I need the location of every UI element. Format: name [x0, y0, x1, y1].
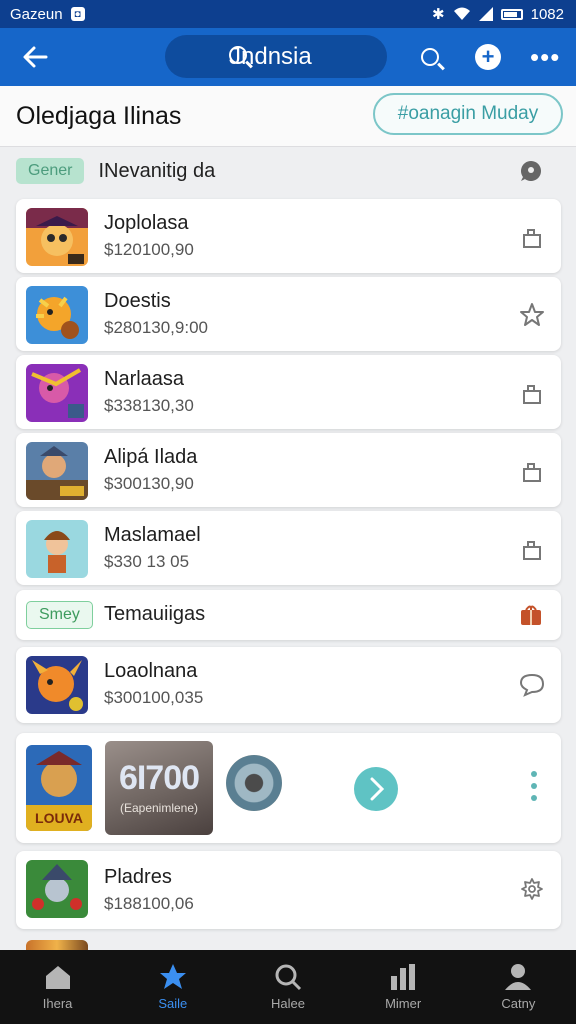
coin-badge-icon	[226, 755, 282, 811]
wifi-icon	[453, 7, 470, 20]
share-icon[interactable]	[519, 536, 545, 562]
nav-label: Ihera	[42, 996, 73, 1011]
nav-item-favorites[interactable]: Saile	[123, 950, 223, 1024]
bluetooth-icon: ✱	[432, 6, 445, 23]
item-price: $120100,90	[104, 240, 194, 259]
chart-icon	[391, 964, 416, 990]
nav-item-home[interactable]: Ihera	[8, 950, 108, 1024]
list-item[interactable]: Narlaasa $338130,30	[16, 355, 561, 429]
signal-icon	[478, 7, 493, 21]
chat-bubble-icon[interactable]	[519, 159, 543, 183]
next-item-peek	[26, 940, 88, 950]
add-icon[interactable]: +	[473, 42, 503, 72]
game-thumbnail	[26, 364, 88, 422]
profile-icon	[505, 964, 532, 990]
app-bar: Jndnsia + •••	[0, 28, 576, 86]
item-price: $188100,06	[104, 894, 194, 913]
search-icon	[275, 964, 302, 991]
nav-item-stats[interactable]: Mimer	[353, 950, 453, 1024]
list-item[interactable]: Maslamael $330 13 05	[16, 511, 561, 585]
bottom-nav: Ihera Saile Halee Mimer Catny	[0, 950, 576, 1024]
search-icon	[229, 46, 247, 64]
list-item[interactable]: Pladres $188100,06	[16, 851, 561, 929]
star-icon	[159, 964, 186, 989]
item-price: $330 13 05	[104, 552, 190, 571]
nav-item-search[interactable]: Halee	[238, 950, 338, 1024]
share-icon[interactable]	[519, 224, 545, 250]
featured-amount: 6I700	[118, 759, 200, 797]
chat-icon[interactable]	[519, 672, 545, 698]
home-icon	[45, 966, 70, 989]
status-time: 1082	[530, 5, 564, 23]
list-item[interactable]: Loaolnana $300100,035	[16, 647, 561, 723]
list-item[interactable]: Joplolasa $120100,90	[16, 199, 561, 273]
featured-promo-tile[interactable]: 6I700 (Eapenimlene)	[105, 741, 213, 835]
item-name: Joplolasa	[104, 212, 189, 234]
battery-icon	[500, 8, 523, 20]
game-thumbnail	[26, 860, 88, 918]
gear-icon[interactable]	[519, 876, 545, 902]
item-price: $338130,30	[104, 396, 194, 415]
nav-label: Catny	[501, 996, 536, 1011]
notification-icon: ◘	[70, 7, 85, 21]
next-arrow-button[interactable]	[354, 767, 398, 811]
share-icon[interactable]	[519, 380, 545, 406]
item-price: $280130,9:00	[104, 318, 208, 337]
more-icon[interactable]: •••	[530, 42, 560, 72]
section-tag: Smey	[26, 601, 93, 629]
filter-pill-button[interactable]: #oanagin Muday	[373, 93, 563, 135]
search-bar[interactable]: Jndnsia	[165, 35, 387, 78]
nav-label: Mimer	[385, 996, 422, 1011]
zoom-icon[interactable]	[415, 42, 445, 72]
nav-item-profile[interactable]: Catny	[468, 950, 568, 1024]
item-name: Loaolnana	[104, 660, 198, 682]
section-header: Smey Temauiigas	[16, 590, 561, 640]
featured-caption: (Eapenimlene)	[119, 801, 199, 815]
section-label: Temauiigas	[104, 603, 206, 625]
item-name: Alipá Ilada	[104, 446, 198, 468]
svg-text:LOUVA: LOUVA	[35, 810, 83, 826]
gift-icon[interactable]	[519, 603, 543, 627]
featured-card[interactable]: LOUVA 6I700 (Eapenimlene)	[16, 733, 561, 843]
featured-game-thumbnail: LOUVA	[26, 745, 92, 831]
item-name: Maslamael	[104, 524, 201, 546]
game-thumbnail	[26, 520, 88, 578]
status-app-name: Gazeun	[10, 5, 63, 23]
back-arrow-icon[interactable]	[18, 40, 52, 74]
list-item[interactable]: Alipá Ilada $300130,90	[16, 433, 561, 507]
share-icon[interactable]	[519, 458, 545, 484]
section-header: Gener INevanitig da	[16, 148, 561, 194]
game-thumbnail	[26, 442, 88, 500]
section-tag: Gener	[16, 158, 85, 184]
kebab-menu-icon[interactable]	[531, 771, 537, 801]
chevron-right-icon	[370, 777, 385, 801]
item-name: Pladres	[104, 866, 172, 888]
status-bar: Gazeun ◘ ✱ 1082	[0, 0, 576, 28]
item-price: $300130,90	[104, 474, 194, 493]
section-label: INevanitig da	[98, 159, 216, 182]
page-header: Oledjaga Ilinas #oanagin Muday	[0, 86, 576, 147]
game-thumbnail	[26, 286, 88, 344]
star-icon[interactable]	[519, 302, 545, 328]
list-item[interactable]: Doestis $280130,9:00	[16, 277, 561, 351]
item-name: Doestis	[104, 290, 171, 312]
nav-label: Halee	[270, 996, 305, 1011]
item-name: Narlaasa	[104, 368, 185, 390]
game-thumbnail	[26, 208, 88, 266]
item-price: $300100,035	[104, 688, 204, 707]
nav-label: Saile	[158, 996, 188, 1011]
page-title: Oledjaga Ilinas	[16, 102, 182, 130]
game-thumbnail	[26, 656, 88, 714]
